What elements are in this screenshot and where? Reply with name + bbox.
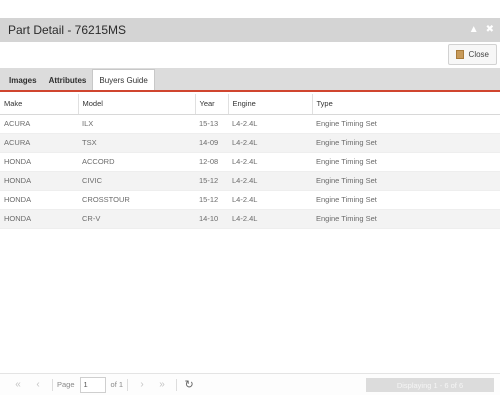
tab-bar: Images Attributes Buyers Guide xyxy=(0,68,500,92)
cell-engine: L4-2.4L xyxy=(228,209,312,229)
cell-type: Engine Timing Set xyxy=(312,114,500,134)
divider xyxy=(176,378,178,391)
display-info: Displaying 1 - 6 of 6 xyxy=(366,378,494,392)
tab-buyers-guide[interactable]: Buyers Guide xyxy=(92,69,155,90)
cell-year: 15-12 xyxy=(195,190,228,210)
column-header-type[interactable]: Type xyxy=(312,94,500,115)
window-controls: ▲ ✖ xyxy=(469,25,494,35)
cell-type: Engine Timing Set xyxy=(312,152,500,172)
cell-make: HONDA xyxy=(0,152,78,172)
cell-type: Engine Timing Set xyxy=(312,190,500,210)
column-header-model[interactable]: Model xyxy=(78,94,196,115)
page-number-input[interactable] xyxy=(79,376,106,393)
buyers-guide-table: Make Model Year Engine Type ACURA ILX 15… xyxy=(0,94,500,229)
table-row[interactable]: ACURA ILX 15-13 L4-2.4L Engine Timing Se… xyxy=(0,114,500,134)
last-page-icon[interactable]: » xyxy=(152,379,172,390)
first-page-icon[interactable]: « xyxy=(8,379,28,390)
column-header-year[interactable]: Year xyxy=(195,94,229,115)
table-row[interactable]: HONDA ACCORD 12-08 L4-2.4L Engine Timing… xyxy=(0,152,500,172)
tab-images[interactable]: Images xyxy=(3,70,43,90)
cell-engine: L4-2.4L xyxy=(228,133,312,153)
cell-year: 12-08 xyxy=(195,152,228,172)
cell-model: ILX xyxy=(78,114,195,134)
table-row[interactable]: HONDA CR-V 14-10 L4-2.4L Engine Timing S… xyxy=(0,209,500,229)
cell-make: ACURA xyxy=(0,133,78,153)
cell-engine: L4-2.4L xyxy=(228,114,312,134)
previous-page-icon[interactable]: ‹ xyxy=(28,379,48,390)
cell-model: TSX xyxy=(78,133,195,153)
cell-year: 15-13 xyxy=(195,114,228,134)
window-title: Part Detail - 76215MS xyxy=(8,23,127,37)
cell-engine: L4-2.4L xyxy=(228,152,312,172)
close-button-label: Close xyxy=(468,50,489,59)
cell-make: HONDA xyxy=(0,209,78,229)
cell-make: HONDA xyxy=(0,171,78,191)
cell-year: 14-10 xyxy=(195,209,228,229)
table-row[interactable]: ACURA TSX 14-09 L4-2.4L Engine Timing Se… xyxy=(0,133,500,153)
toolbar: Close xyxy=(0,42,500,68)
refresh-icon[interactable]: ↻ xyxy=(181,378,197,391)
document-icon xyxy=(455,50,464,59)
cell-make: HONDA xyxy=(0,190,78,210)
page-count-label: of 1 xyxy=(110,380,124,389)
caret-up-icon[interactable]: ▲ xyxy=(469,25,479,35)
cell-model: CROSSTOUR xyxy=(78,190,195,210)
x-icon[interactable]: ✖ xyxy=(486,25,494,35)
column-header-engine[interactable]: Engine xyxy=(228,94,313,115)
cell-type: Engine Timing Set xyxy=(312,171,500,191)
divider xyxy=(127,378,129,391)
page-label: Page xyxy=(57,380,75,389)
window-titlebar: Part Detail - 76215MS ▲ ✖ xyxy=(0,18,500,42)
cell-type: Engine Timing Set xyxy=(312,209,500,229)
cell-engine: L4-2.4L xyxy=(228,190,312,210)
cell-type: Engine Timing Set xyxy=(312,133,500,153)
cell-engine: L4-2.4L xyxy=(228,171,312,191)
divider xyxy=(52,378,53,391)
next-page-icon[interactable]: › xyxy=(132,379,152,390)
cell-model: ACCORD xyxy=(78,152,195,172)
tab-attributes[interactable]: Attributes xyxy=(43,70,93,90)
cell-model: CIVIC xyxy=(78,171,195,191)
table-row[interactable]: HONDA CROSSTOUR 15-12 L4-2.4L Engine Tim… xyxy=(0,190,500,210)
cell-year: 14-09 xyxy=(195,133,228,153)
table-row[interactable]: HONDA CIVIC 15-12 L4-2.4L Engine Timing … xyxy=(0,171,500,191)
cell-model: CR-V xyxy=(78,209,195,229)
close-button[interactable]: Close xyxy=(447,44,497,65)
cell-make: ACURA xyxy=(0,114,78,134)
column-header-make[interactable]: Make xyxy=(0,94,79,115)
pagination-toolbar: « ‹ Page of 1 › » ↻ Displaying 1 - 6 of … xyxy=(0,373,500,395)
table-header-row: Make Model Year Engine Type xyxy=(0,94,500,115)
cell-year: 15-12 xyxy=(195,171,228,191)
